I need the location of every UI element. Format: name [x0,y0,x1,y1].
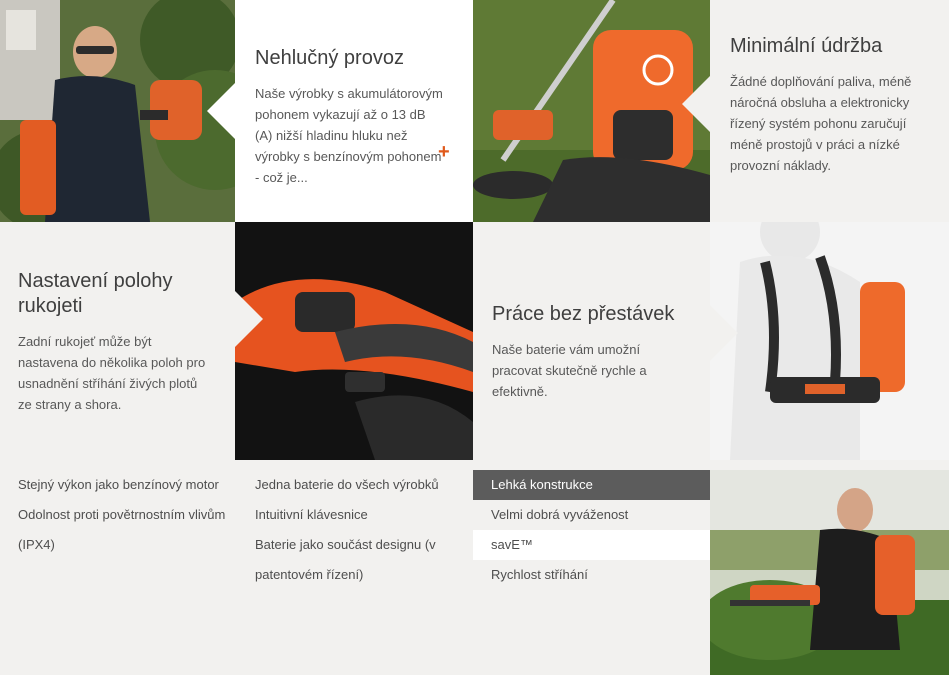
quiet-operation-title: Nehlučný provoz [255,47,404,69]
trimmer-battery-photo [473,0,710,222]
feature-item: patentovém řízení) [255,567,364,582]
nonstop-work-text: Naše baterie vám umožní pracovat skutečn… [492,342,647,399]
quiet-operation-text: Naše výrobky s akumulátorovým pohonem vy… [255,86,443,185]
backpack-harness-photo [710,222,949,460]
handle-adjust-title: Nastavení polohy rukojeti [18,270,173,317]
woman-hedge-photo [710,470,949,675]
feature-list-1: Stejný výkon jako benzínový motor Odolno… [0,470,235,560]
tile-arrow [207,83,235,139]
feature-item: Intuitivní klávesnice [255,507,368,522]
feature-item: Jedna baterie do všech výrobků [255,477,439,492]
feature-item: Stejný výkon jako benzínový motor [18,477,219,492]
read-more-plus-icon[interactable]: + [438,142,450,162]
feature-item-highlight[interactable]: savE™ [473,530,710,560]
feature-item-active[interactable]: Lehká konstrukce [473,470,710,500]
maintenance-text: Žádné doplňování paliva, méně náročná ob… [730,74,912,173]
feature-item: (IPX4) [18,537,55,552]
tile-arrow [235,291,263,347]
tile-arrow [682,76,710,132]
handle-adjust-text: Zadní rukojeť může být nastavena do něko… [18,334,206,412]
feature-item[interactable]: Rychlost stříhání [473,560,710,590]
maintenance-title: Minimální údržba [730,35,883,57]
feature-item[interactable]: Velmi dobrá vyváženost [473,500,710,530]
nonstop-work-tile: Práce bez přestávek Naše baterie vám umo… [473,222,710,460]
handle-adjust-tile: Nastavení polohy rukojeti Zadní rukojeť … [0,222,235,460]
feature-item: Baterie jako součást designu (v [255,537,436,552]
maintenance-tile: Minimální údržba Žádné doplňování paliva… [710,0,949,222]
feature-list-2: Jedna baterie do všech výrobků Intuitivn… [237,470,473,590]
feature-item: Odolnost proti povětrnostním vlivům [18,507,226,522]
quiet-operation-tile: Nehlučný provoz Naše výrobky s akumuláto… [235,0,473,222]
nonstop-work-title: Práce bez přestávek [492,303,675,325]
man-hedge-photo [0,0,235,222]
feature-list-3: Lehká konstrukce Velmi dobrá vyváženost … [473,470,710,590]
handle-closeup-photo [235,222,473,460]
tile-arrow [710,305,738,361]
